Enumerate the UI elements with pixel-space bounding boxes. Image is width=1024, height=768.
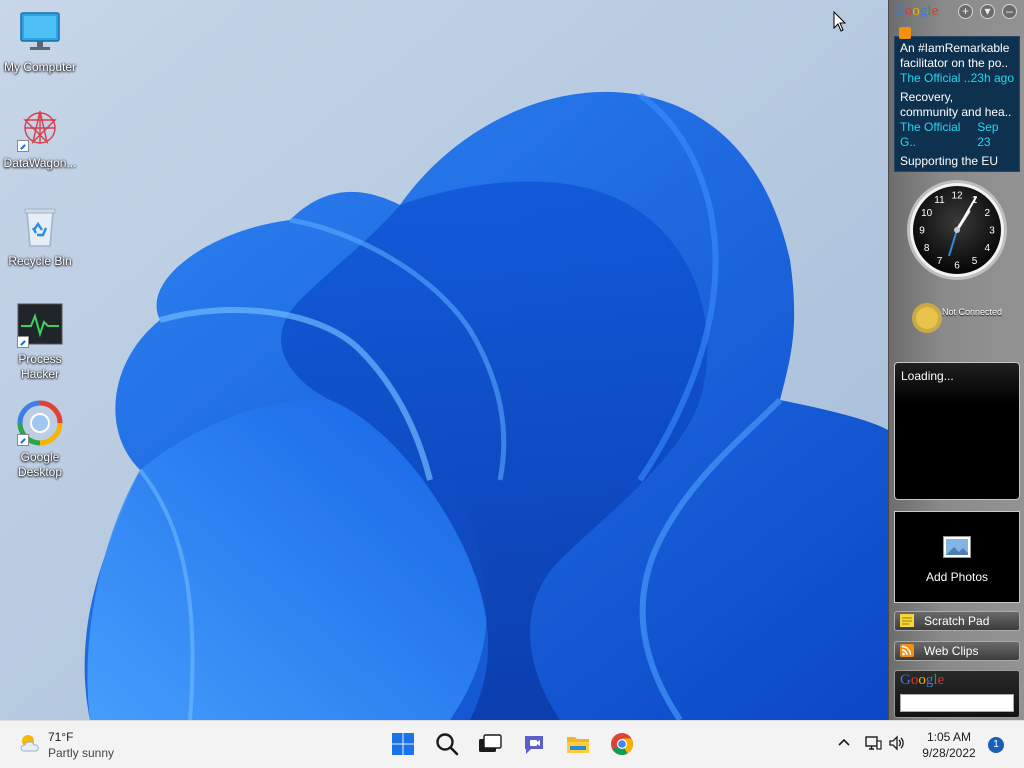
loading-gadget[interactable]: Loading... (894, 362, 1020, 500)
rss-icon (899, 27, 911, 39)
loading-text: Loading... (901, 369, 954, 383)
taskbar-time: 1:05 AM (926, 730, 972, 744)
news-source: The Official G.. (900, 120, 961, 149)
desktop-icon-process-hacker[interactable]: Process Hacker (0, 302, 80, 382)
news-item[interactable]: Supporting the EU and securing the dig.. (895, 150, 1019, 171)
clock-number: 3 (989, 226, 995, 237)
task-view-icon[interactable] (477, 731, 503, 757)
shortcut-arrow-icon (17, 434, 29, 446)
google-logo: Google (894, 3, 939, 19)
start-icon[interactable] (390, 731, 416, 757)
file-explorer-icon[interactable] (565, 731, 591, 757)
news-title[interactable]: Supporting the EU and securing the dig.. (900, 154, 1014, 171)
news-time: Sep 23 (977, 120, 999, 149)
clock-number: 10 (921, 208, 933, 219)
sidebar-header: Google + ▾ – (889, 0, 1024, 24)
scratch-pad-label: Scratch Pad (924, 614, 990, 628)
google-search-gadget: Google (894, 670, 1020, 718)
news-item[interactable]: An #IamRemarkable facilitator on the po.… (895, 37, 1019, 86)
rss-icon (900, 644, 914, 657)
news-title[interactable]: An #IamRemarkable facilitator on the po.… (900, 41, 1014, 71)
minimize-sidebar-button[interactable]: – (1002, 4, 1017, 19)
google-desktop-icon (17, 400, 63, 446)
sidebar-menu-button[interactable]: ▾ (980, 4, 995, 19)
clock-number: 7 (937, 256, 943, 267)
mouse-cursor-icon (833, 11, 847, 32)
analog-clock-gadget[interactable]: 121234567891011 (905, 178, 1009, 282)
chat-icon[interactable] (521, 731, 547, 757)
photos-gadget[interactable]: Add Photos (894, 511, 1020, 603)
weather-status: Not Connected (942, 307, 1003, 317)
add-photos-label: Add Photos (925, 570, 989, 584)
weather-temperature: 71°F (48, 730, 74, 744)
web-clips-label: Web Clips (924, 644, 979, 658)
google-logo: Google (900, 672, 945, 688)
clock-number: 9 (919, 226, 925, 237)
clock-number: 2 (985, 208, 991, 219)
desktop-wallpaper[interactable] (0, 0, 888, 720)
chevron-up-icon[interactable] (837, 737, 851, 747)
weather-condition: Partly sunny (48, 746, 115, 760)
news-source: The Official .. (900, 71, 971, 85)
news-meta: The Official .. 23h ago (900, 71, 1014, 86)
news-meta: The Official G.. Sep 23 (900, 120, 1014, 150)
desktop-icon-my-computer[interactable]: My Computer (0, 10, 80, 75)
news-item[interactable]: Recovery, community and hea.. The Offici… (895, 86, 1019, 150)
desktop-icon-label: DataWagon... (3, 156, 77, 170)
shortcut-arrow-icon (17, 140, 29, 152)
shortcut-arrow-icon (17, 336, 29, 348)
google-search-input[interactable] (900, 694, 1014, 712)
taskbar: 71°F Partly sunny 1:05 AM 9/28/2022 1 (0, 720, 1024, 768)
clock-number: 5 (972, 256, 978, 267)
desktop-icon-label: Recycle Bin (8, 254, 72, 268)
desktop-icon-datawagon[interactable]: DataWagon... (0, 106, 80, 171)
scratch-pad-gadget[interactable]: Scratch Pad (894, 611, 1020, 631)
add-gadget-button[interactable]: + (958, 4, 973, 19)
search-icon[interactable] (434, 731, 460, 757)
volume-icon[interactable] (888, 735, 906, 751)
datawagon-icon (17, 106, 63, 152)
clock-number: 4 (985, 243, 991, 254)
chrome-icon[interactable] (609, 731, 635, 757)
desktop-icon-label: Google Desktop (17, 450, 63, 479)
clock-number: 12 (951, 191, 963, 202)
google-desktop-sidebar: Google + ▾ – An #IamRemarkable facilitat… (888, 0, 1024, 720)
desktop-icon-label: My Computer (3, 60, 77, 74)
clock-number: 6 (954, 261, 960, 272)
process-hacker-icon (17, 302, 63, 348)
news-title[interactable]: Recovery, community and hea.. (900, 90, 1014, 120)
taskbar-date: 9/28/2022 (922, 746, 976, 760)
news-time: 23h ago (970, 71, 1014, 85)
desktop-icon-recycle-bin[interactable]: Recycle Bin (0, 204, 80, 269)
monitor-icon (17, 10, 63, 56)
web-clips-gadget[interactable]: Web Clips (894, 641, 1020, 661)
desktop-icon-label: Process Hacker (18, 352, 62, 381)
recycle-bin-icon (17, 204, 63, 250)
clock-number: 11 (934, 195, 945, 206)
clock-number: 8 (924, 243, 930, 254)
desktop-icon-google-desktop[interactable]: Google Desktop (0, 400, 80, 480)
partly-sunny-icon (20, 735, 39, 752)
news-gadget[interactable]: An #IamRemarkable facilitator on the po.… (894, 36, 1020, 172)
notification-badge[interactable]: 1 (988, 737, 1004, 753)
note-icon (900, 614, 914, 627)
sun-icon[interactable] (907, 296, 947, 336)
network-icon[interactable] (864, 735, 882, 751)
photo-icon (943, 536, 971, 558)
